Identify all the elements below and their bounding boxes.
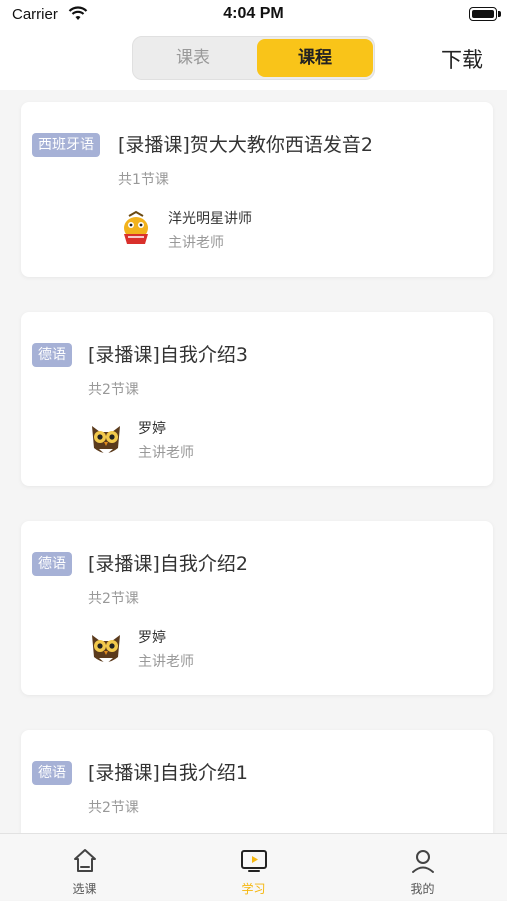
tab-bar: 选课 学习 我的 — [0, 833, 507, 900]
battery-icon — [469, 7, 501, 21]
status-bar: Carrier 4:04 PM — [0, 0, 507, 30]
tab-mine[interactable]: 我的 — [338, 834, 507, 901]
course-title: [录播课]自我介绍1 — [88, 762, 248, 784]
download-button[interactable]: 下载 — [441, 44, 483, 74]
tab-schedule[interactable]: 课表 — [133, 37, 253, 79]
language-tag: 德语 — [32, 343, 72, 367]
teacher-role: 主讲老师 — [138, 654, 194, 670]
lesson-count: 共2节课 — [88, 382, 139, 398]
mascot-avatar-icon — [124, 210, 148, 244]
tab-study[interactable]: 学习 — [169, 834, 338, 901]
course-card[interactable]: 德语 [录播课]自我介绍3 共2节课 罗婷 主讲老师 — [21, 312, 493, 486]
play-screen-icon — [241, 850, 267, 872]
teacher-name: 罗婷 — [138, 421, 166, 437]
course-card[interactable]: 西班牙语 [录播课]贺大大教你西语发音2 共1节课 洋光明星讲师 主讲老师 — [21, 102, 493, 277]
tab-label: 选课 — [72, 882, 97, 896]
clock: 4:04 PM — [223, 5, 284, 22]
course-list[interactable]: 西班牙语 [录播课]贺大大教你西语发音2 共1节课 洋光明星讲师 主讲老师 德语… — [0, 90, 507, 833]
teacher-role: 主讲老师 — [138, 445, 194, 461]
course-card[interactable]: 德语 [录播课]自我介绍2 共2节课 罗婷 主讲老师 — [21, 521, 493, 695]
segmented-control: 课表 课程 — [132, 36, 375, 80]
home-icon — [74, 849, 96, 872]
lesson-count: 共1节课 — [118, 172, 169, 188]
lesson-count: 共2节课 — [88, 591, 139, 607]
course-title: [录播课]自我介绍2 — [88, 553, 248, 575]
owl-avatar-icon — [92, 635, 120, 664]
tab-label: 学习 — [241, 882, 266, 896]
course-title: [录播课]自我介绍3 — [88, 344, 248, 366]
language-tag: 西班牙语 — [32, 133, 100, 157]
person-icon — [412, 850, 434, 873]
teacher-name: 罗婷 — [138, 630, 166, 646]
tab-select-course[interactable]: 选课 — [0, 834, 169, 901]
course-title: [录播课]贺大大教你西语发音2 — [118, 134, 373, 156]
tab-label: 我的 — [410, 882, 435, 896]
course-card[interactable]: 德语 [录播课]自我介绍1 共2节课 — [21, 730, 493, 833]
nav-bar: 课表 课程 下载 — [0, 30, 507, 90]
lesson-count: 共2节课 — [88, 800, 139, 816]
teacher-name: 洋光明星讲师 — [168, 211, 252, 227]
language-tag: 德语 — [32, 761, 72, 785]
owl-avatar-icon — [92, 426, 120, 455]
tab-courses[interactable]: 课程 — [257, 39, 373, 77]
language-tag: 德语 — [32, 552, 72, 576]
teacher-role: 主讲老师 — [168, 235, 224, 251]
